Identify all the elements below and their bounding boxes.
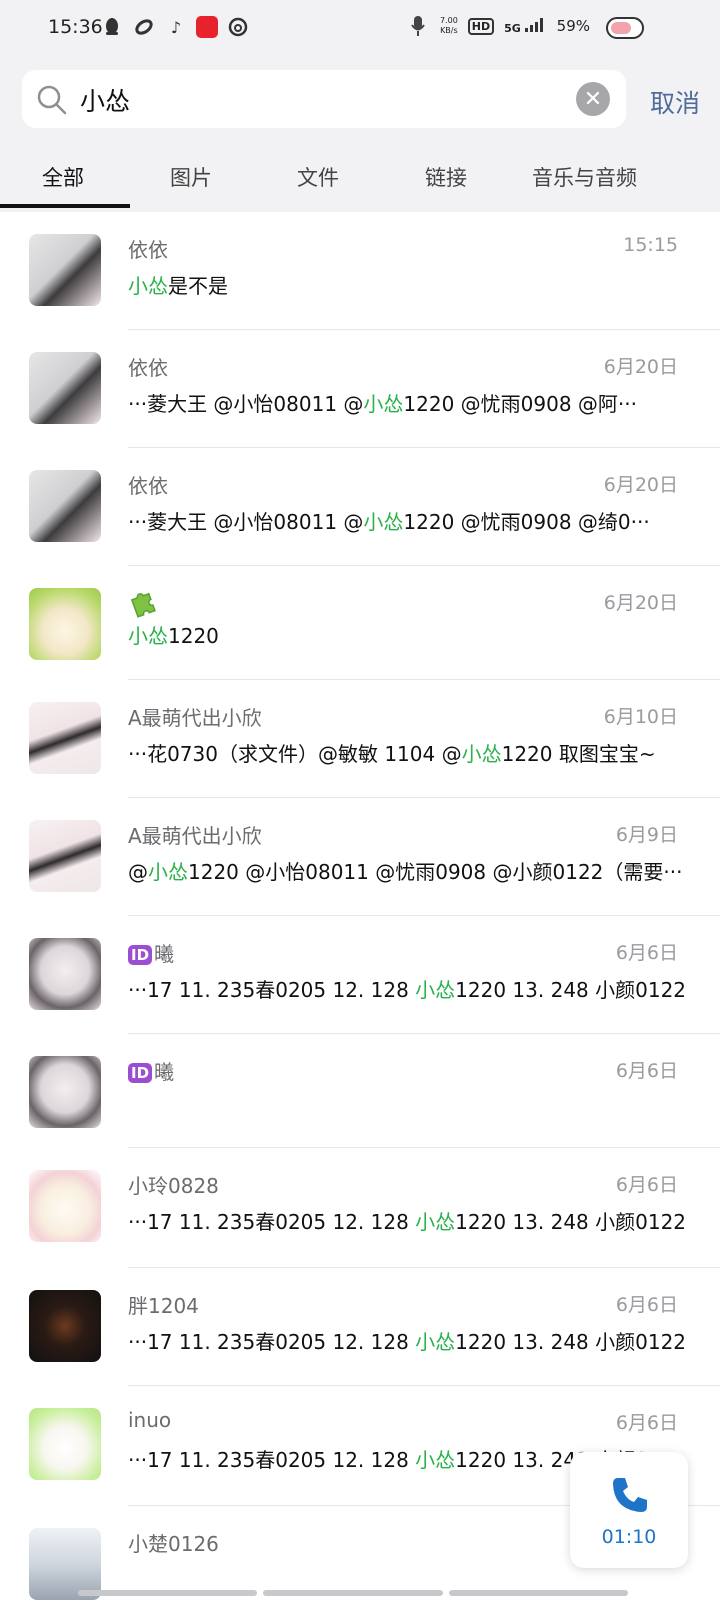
list-item[interactable]: 6月20日 小怂1220 <box>0 566 720 680</box>
call-timer: 01:10 <box>601 1526 657 1548</box>
avatar <box>29 1056 101 1128</box>
message-date: 6月20日 <box>603 474 678 496</box>
status-bar: 15:36 ♪ 7.00 KB/s HD 5G 59% <box>0 0 720 58</box>
message-snippet: ···花0730（求文件）@敏敏 1104 @小怂1220 取图宝宝~ <box>128 742 656 766</box>
list-item[interactable]: A最萌代出小欣 6月10日 ···花0730（求文件）@敏敏 1104 @小怂1… <box>0 680 720 798</box>
filter-tabs: 全部 图片 文件 链接 音乐与音频 <box>0 142 720 212</box>
network-type: 5G <box>504 17 547 35</box>
app-icon <box>132 15 156 39</box>
list-item[interactable]: ID 曦 6月6日 ···17 11. 235春0205 12. 128 小怂12… <box>0 916 720 1034</box>
network-label: 5G <box>504 21 521 35</box>
avatar <box>29 234 101 306</box>
list-item[interactable]: 依依 15:15 小怂是不是 <box>0 212 720 330</box>
list-item[interactable]: 小玲0828 6月6日 ···17 11. 235春0205 12. 128 小… <box>0 1148 720 1268</box>
network-speed: 7.00 KB/s <box>440 16 458 36</box>
speed-unit: KB/s <box>440 26 458 35</box>
qq-icon <box>100 15 124 39</box>
message-date: 6月6日 <box>615 1294 678 1316</box>
contact-name: A最萌代出小欣 <box>128 706 262 730</box>
contact-name <box>128 588 160 623</box>
avatar <box>29 352 101 424</box>
message-snippet: ···菱大王 @小怡08011 @小怂1220 @忧雨0908 @绮0··· <box>128 510 650 534</box>
list-item[interactable]: 依依 6月20日 ···菱大王 @小怡08011 @小怂1220 @忧雨0908… <box>0 330 720 448</box>
tab-images[interactable]: 图片 <box>170 162 212 192</box>
message-snippet: ···17 11. 235春0205 12. 128 小怂1220 13. 24… <box>128 1330 693 1354</box>
contact-name: 依依 <box>128 356 168 380</box>
search-input[interactable]: 小怂 <box>80 82 130 118</box>
cancel-button[interactable]: 取消 <box>650 84 700 120</box>
contact-name: 依依 <box>128 238 168 262</box>
message-date: 6月6日 <box>615 942 678 964</box>
avatar <box>29 702 101 774</box>
notification-icons: ♪ <box>100 15 250 39</box>
call-floating-button[interactable]: 01:10 <box>570 1452 688 1568</box>
message-date: 15:15 <box>623 234 678 256</box>
hd-badge: HD <box>467 17 495 35</box>
message-snippet: 小怂是不是 <box>128 274 228 298</box>
tiktok-icon: ♪ <box>170 17 182 37</box>
contact-name: 小楚0126 <box>128 1532 219 1556</box>
signal-icon <box>524 17 543 32</box>
contact-name: 胖1204 <box>128 1294 199 1318</box>
battery-icon <box>606 17 644 39</box>
message-date: 6月20日 <box>603 356 678 378</box>
phone-icon <box>613 1478 647 1512</box>
avatar <box>29 588 101 660</box>
bottom-scroll-indicator <box>78 1590 628 1596</box>
tab-files[interactable]: 文件 <box>297 162 339 192</box>
status-right-icons: 7.00 KB/s HD 5G 59% <box>406 14 590 38</box>
contact-name: 依依 <box>128 474 168 498</box>
search-bar[interactable]: 小怂 ✕ <box>22 70 626 128</box>
tab-all[interactable]: 全部 <box>42 162 84 192</box>
contact-name: ID 曦 <box>128 1056 174 1085</box>
contact-name-text: 曦 <box>154 1060 175 1084</box>
results-list: 依依 15:15 小怂是不是 依依 6月20日 ···菱大王 @小怡08011 … <box>0 212 720 1600</box>
contact-name-text: 曦 <box>154 942 175 966</box>
message-snippet: ···17 11. 235春0205 12. 128 小怂1220 13. 24… <box>128 1210 693 1234</box>
id-badge-icon: ID <box>128 1063 153 1083</box>
avatar <box>29 470 101 542</box>
message-snippet: ···菱大王 @小怡08011 @小怂1220 @忧雨0908 @阿··· <box>128 392 638 416</box>
microphone-icon <box>406 14 430 38</box>
contact-name: ID 曦 <box>128 938 174 967</box>
contact-name: A最萌代出小欣 <box>128 824 262 848</box>
avatar <box>29 1408 101 1480</box>
app-badge-icon <box>196 16 218 38</box>
message-date: 6月10日 <box>603 706 678 728</box>
list-item[interactable]: 依依 6月20日 ···菱大王 @小怡08011 @小怂1220 @忧雨0908… <box>0 448 720 566</box>
message-date: 6月9日 <box>615 824 678 846</box>
list-item[interactable]: A最萌代出小欣 6月9日 @小怂1220 @小怡08011 @忧雨0908 @小… <box>0 798 720 916</box>
tab-links[interactable]: 链接 <box>425 162 467 192</box>
message-snippet: ···17 11. 235春0205 12. 128 小怂1220 13. 24… <box>128 978 693 1002</box>
avatar <box>29 820 101 892</box>
active-tab-indicator <box>0 204 130 208</box>
status-time: 15:36 <box>48 16 103 38</box>
tab-music-audio[interactable]: 音乐与音频 <box>532 162 637 192</box>
message-date: 6月20日 <box>603 592 678 614</box>
id-badge-icon: ID <box>128 945 153 965</box>
list-item[interactable]: 胖1204 6月6日 ···17 11. 235春0205 12. 128 小怂… <box>0 1268 720 1386</box>
avatar <box>29 1290 101 1362</box>
puzzle-icon <box>130 592 156 618</box>
list-item[interactable]: ID 曦 6月6日 <box>0 1034 720 1148</box>
netease-music-icon <box>226 15 250 39</box>
clear-icon[interactable]: ✕ <box>576 82 610 116</box>
contact-name: 小玲0828 <box>128 1174 219 1198</box>
battery-percent: 59% <box>556 17 590 35</box>
speed-value: 7.00 <box>439 16 458 25</box>
message-date: 6月6日 <box>615 1060 678 1082</box>
contact-name: inuo <box>128 1408 172 1432</box>
search-icon <box>37 85 67 115</box>
header-area: 15:36 ♪ 7.00 KB/s HD 5G 59% 小怂 ✕ 取消 全部 图… <box>0 0 720 212</box>
message-snippet: 小怂1220 <box>128 624 219 648</box>
avatar <box>29 1170 101 1242</box>
message-date: 6月6日 <box>615 1174 678 1196</box>
message-snippet: @小怂1220 @小怡08011 @忧雨0908 @小颜0122（需要··· <box>128 860 683 884</box>
message-date: 6月6日 <box>615 1412 678 1434</box>
avatar <box>29 938 101 1010</box>
